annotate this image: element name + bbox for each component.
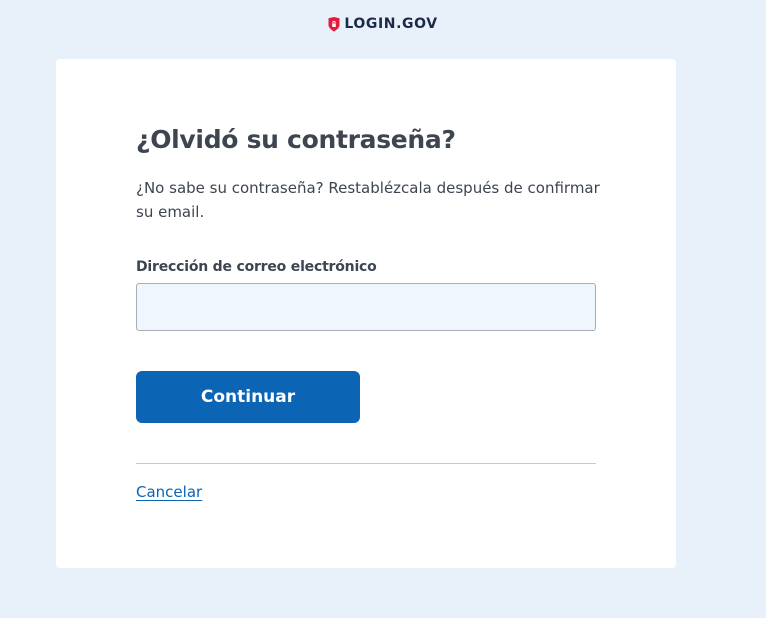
email-label: Dirección de correo electrónico [136, 259, 377, 275]
page-description: ¿No sabe su contraseña? Restablézcala de… [136, 179, 600, 221]
continue-button[interactable]: Continuar [136, 371, 360, 423]
site-header: LOGIN.GOV [0, 14, 766, 34]
forgot-password-card: ¿Olvidó su contraseña? ¿No sabe su contr… [56, 59, 676, 568]
login-gov-logo[interactable]: LOGIN.GOV [328, 16, 437, 32]
cancel-link[interactable]: Cancelar [136, 483, 202, 501]
logo-text: LOGIN.GOV [344, 16, 438, 32]
divider [136, 463, 596, 464]
shield-icon [328, 16, 340, 32]
page-title: ¿Olvidó su contraseña? [136, 125, 456, 154]
email-field[interactable] [136, 283, 596, 331]
